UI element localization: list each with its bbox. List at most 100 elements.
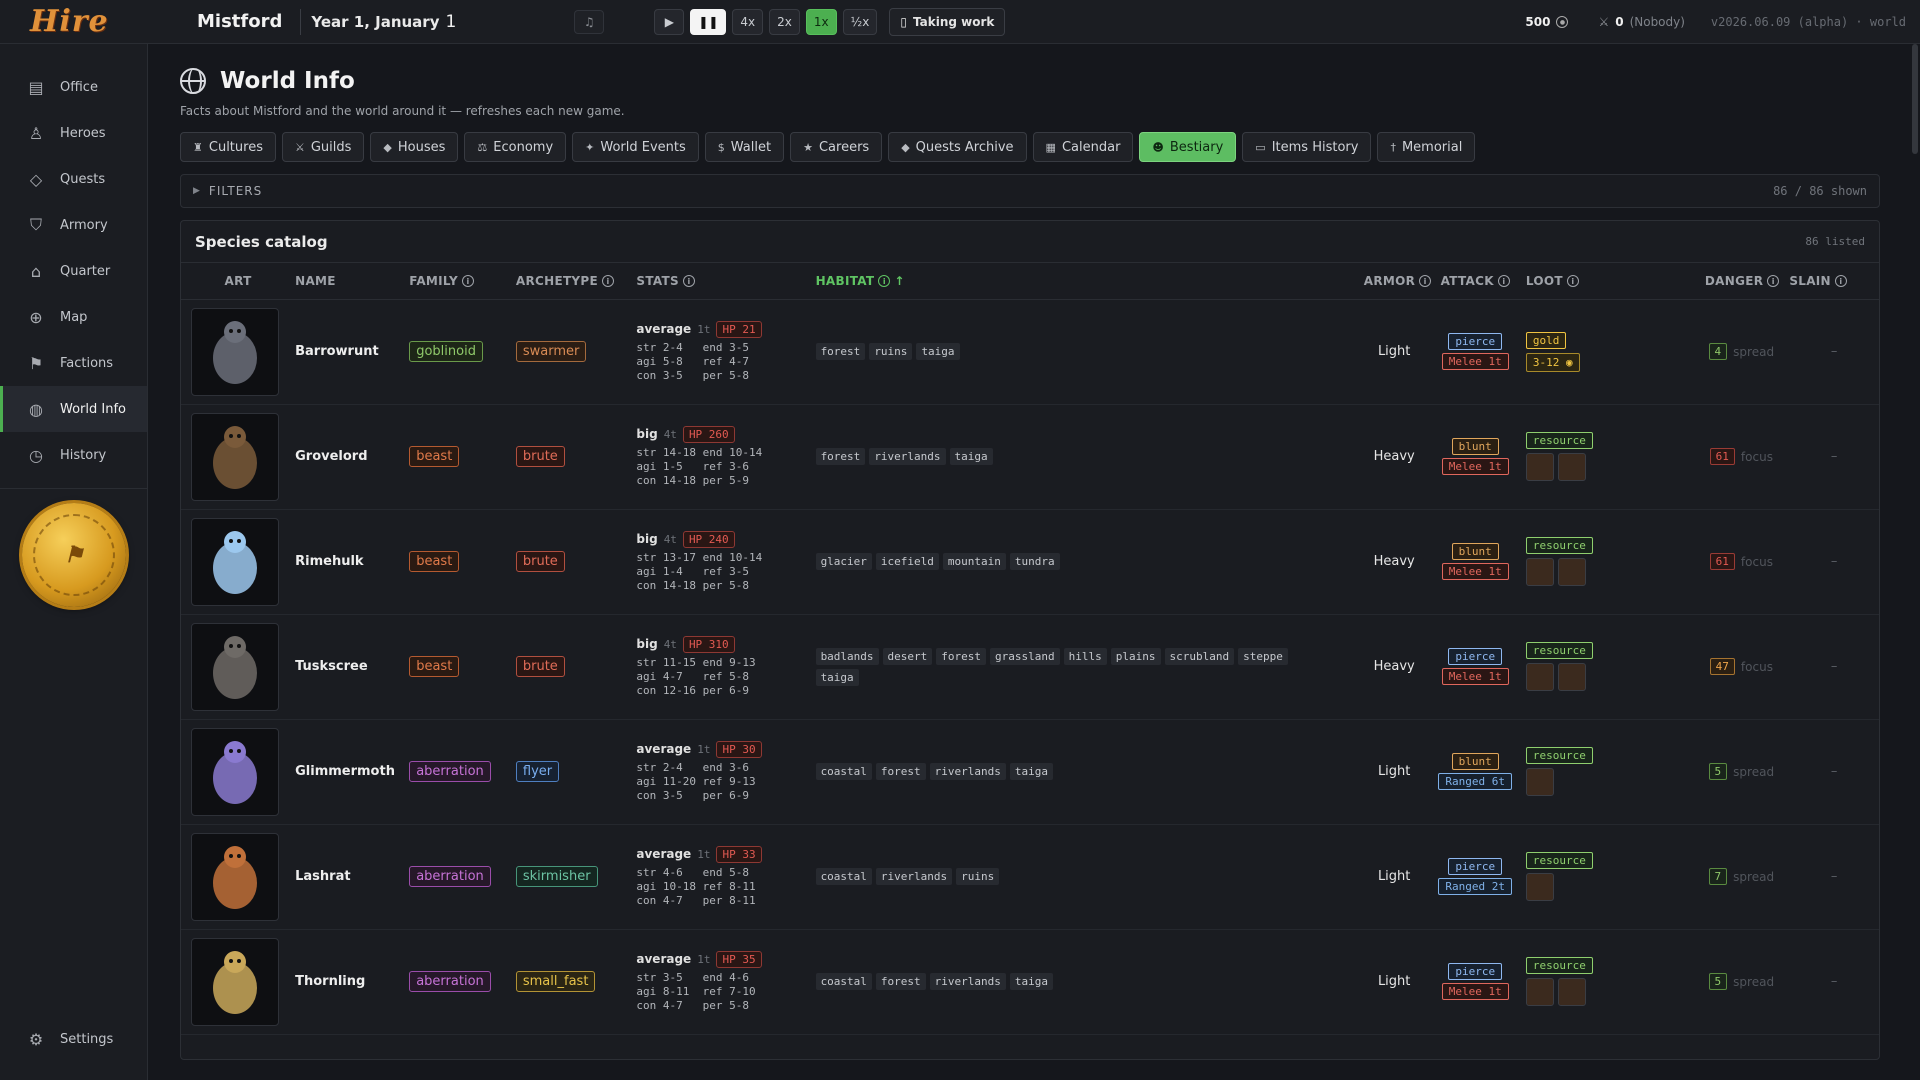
col-label: ATTACK: [1440, 273, 1494, 288]
filters-toggle[interactable]: ▶ FILTERS 86 / 86 shown: [180, 174, 1880, 208]
habitat-tag: mountain: [942, 553, 1006, 570]
col-label: DANGER: [1704, 273, 1764, 288]
tab-memorial[interactable]: † Memorial: [1377, 132, 1476, 162]
col-attack[interactable]: ATTACK i: [1424, 263, 1526, 300]
loot-item-icon[interactable]: [1557, 558, 1586, 586]
table-row[interactable]: Grovelord beast brute big 4t HP 260 str 14-18 …: [181, 404, 1879, 510]
col-archetype[interactable]: ARCHETYPE i: [515, 263, 637, 300]
loot-item-icon[interactable]: [1557, 978, 1586, 1006]
page-header: World Info: [180, 68, 1880, 94]
danger-value: 7: [1708, 868, 1728, 885]
tab-guilds[interactable]: ⚔ Guilds: [281, 132, 365, 162]
info-icon[interactable]: i: [462, 275, 474, 288]
col-habitat[interactable]: HABITAT i ↑: [815, 263, 1364, 300]
tab-quests-archive[interactable]: ◆ Quests Archive: [888, 132, 1027, 162]
col-name[interactable]: NAME: [295, 263, 410, 300]
tab-houses[interactable]: ◆ Houses: [370, 132, 459, 162]
tab-cultures[interactable]: ♜ Cultures: [180, 132, 276, 162]
music-icon[interactable]: ♫: [574, 9, 605, 34]
speed-2x-button[interactable]: 2x: [769, 8, 800, 35]
stat-line: agi 8-11 ref 7-10: [636, 984, 756, 998]
col-armor[interactable]: ARMOR i: [1363, 263, 1432, 300]
table-row[interactable]: Barrowrunt goblinoid swarmer average 1t HP 21…: [181, 299, 1879, 405]
loot-item-icon[interactable]: [1525, 663, 1554, 691]
speed-1x-button[interactable]: 1x: [805, 8, 837, 35]
table-row[interactable]: Thornling aberration small_fast average 1t HP…: [181, 929, 1879, 1035]
tab-calendar[interactable]: ▦ Calendar: [1032, 132, 1134, 162]
sidebar-item-office[interactable]: ▤ Office: [0, 64, 147, 110]
tab-icon: †: [1390, 140, 1396, 154]
tab-wallet[interactable]: $ Wallet: [704, 132, 785, 162]
attack-range: Melee 1t: [1441, 983, 1509, 1000]
loot-item-icon[interactable]: [1525, 873, 1554, 901]
col-stats[interactable]: STATS i: [636, 263, 816, 300]
play-button[interactable]: ▶: [654, 8, 685, 35]
armor-cell: Light: [1363, 299, 1425, 405]
loot-info: resource: [1525, 957, 1693, 1006]
sidebar-item-history[interactable]: ◷ History: [0, 432, 147, 478]
table-row[interactable]: Glimmermoth aberration flyer average 1t HP 30…: [181, 719, 1879, 825]
table-row[interactable]: Rimehulk beast brute big 4t HP 240 str 13-17 e…: [181, 509, 1879, 615]
shown-count: 86 / 86 shown: [1773, 184, 1867, 198]
page-scrollbar[interactable]: [1912, 44, 1918, 154]
loot-item-icon[interactable]: [1525, 768, 1554, 796]
loot-item-icon[interactable]: [1557, 663, 1586, 691]
tab-bestiary[interactable]: ☻ Bestiary: [1139, 132, 1237, 162]
info-icon[interactable]: i: [1834, 275, 1847, 288]
habitat-tag: taiga: [949, 448, 993, 465]
sidebar-item-world-info[interactable]: ◍ World Info: [0, 386, 147, 432]
species-name: Barrowrunt: [295, 344, 379, 359]
stat-line: con 4-7 per 5-8: [636, 998, 749, 1012]
armory-icon: ⛉: [29, 215, 42, 234]
table-row[interactable]: Lashrat aberration skirmisher average 1t HP 3…: [181, 824, 1879, 930]
info-icon[interactable]: i: [1566, 275, 1579, 288]
sidebar-item-factions[interactable]: ⚑ Factions: [0, 340, 147, 386]
attack-cell: pierce Ranged 2t: [1424, 824, 1526, 930]
info-icon[interactable]: i: [602, 275, 615, 288]
attack-range: Melee 1t: [1441, 563, 1509, 580]
loot-item-icon[interactable]: [1557, 453, 1586, 481]
loot-kind: gold: [1525, 331, 1567, 349]
danger-value: 5: [1708, 973, 1728, 990]
info-icon[interactable]: i: [1497, 275, 1510, 288]
tab-careers[interactable]: ★ Careers: [790, 132, 883, 162]
table-header-row: ART NAME FAMILY i ARCHETYPE i STATS i HABIT…: [181, 263, 1879, 300]
sidebar-item-label: Map: [60, 309, 88, 325]
door-icon: ▯: [900, 14, 908, 29]
table-row[interactable]: Tuskscree beast brute big 4t HP 310 str 11-15 …: [181, 614, 1879, 720]
pause-button[interactable]: ❚❚: [690, 8, 727, 35]
sidebar-item-quarter[interactable]: ⌂ Quarter: [0, 248, 147, 294]
info-icon[interactable]: i: [878, 275, 891, 288]
sidebar-item-map[interactable]: ⊕ Map: [0, 294, 147, 340]
speed-half-button[interactable]: ½x: [842, 8, 878, 35]
tab-world-events[interactable]: ✦ World Events: [572, 132, 699, 162]
sidebar-item-label: Quests: [60, 171, 106, 187]
name-cell: Thornling: [295, 929, 410, 1035]
habitat-cell: coastal forest riverlands taiga: [815, 929, 1364, 1035]
col-loot[interactable]: LOOT i: [1525, 263, 1694, 300]
col-family[interactable]: FAMILY i: [409, 263, 516, 300]
speed-4x-button[interactable]: 4x: [732, 8, 764, 35]
habitat-list: badlands desert forest grassland hills plains…: [815, 647, 1364, 686]
species-catalog: Species catalog 86 listed ART NAME FAMIL…: [180, 220, 1880, 1060]
col-danger[interactable]: DANGER i: [1693, 263, 1790, 300]
sidebar-item-quests[interactable]: ◇ Quests: [0, 156, 147, 202]
sidebar-item-settings[interactable]: ⚙ Settings: [0, 1016, 148, 1062]
sidebar-item-heroes[interactable]: ♙ Heroes: [0, 110, 147, 156]
tab-economy[interactable]: ⚖ Economy: [464, 132, 567, 162]
taking-work-toggle[interactable]: ▯ Taking work: [889, 7, 1006, 36]
info-icon[interactable]: i: [1767, 275, 1780, 288]
col-slain[interactable]: SLAIN i: [1789, 263, 1879, 300]
loot-item-icon[interactable]: [1525, 978, 1554, 1006]
loot-item-icon[interactable]: [1525, 558, 1554, 586]
col-art[interactable]: ART: [181, 263, 296, 300]
tab-items-history[interactable]: ▭ Items History: [1242, 132, 1372, 162]
habitat-tag: ruins: [956, 868, 1000, 885]
stat-line: agi 5-8 ref 4-7: [636, 354, 749, 368]
info-icon[interactable]: i: [682, 275, 695, 288]
attack-cell: pierce Melee 1t: [1424, 614, 1526, 720]
loot-item-icon[interactable]: [1525, 453, 1554, 481]
sidebar-item-armory[interactable]: ⛉ Armory: [0, 202, 147, 248]
stats-cell: average 1t HP 30 str 2-4 end 3-6 agi 11-20 r…: [636, 719, 816, 825]
archetype-cell: small_fast: [515, 929, 637, 1035]
